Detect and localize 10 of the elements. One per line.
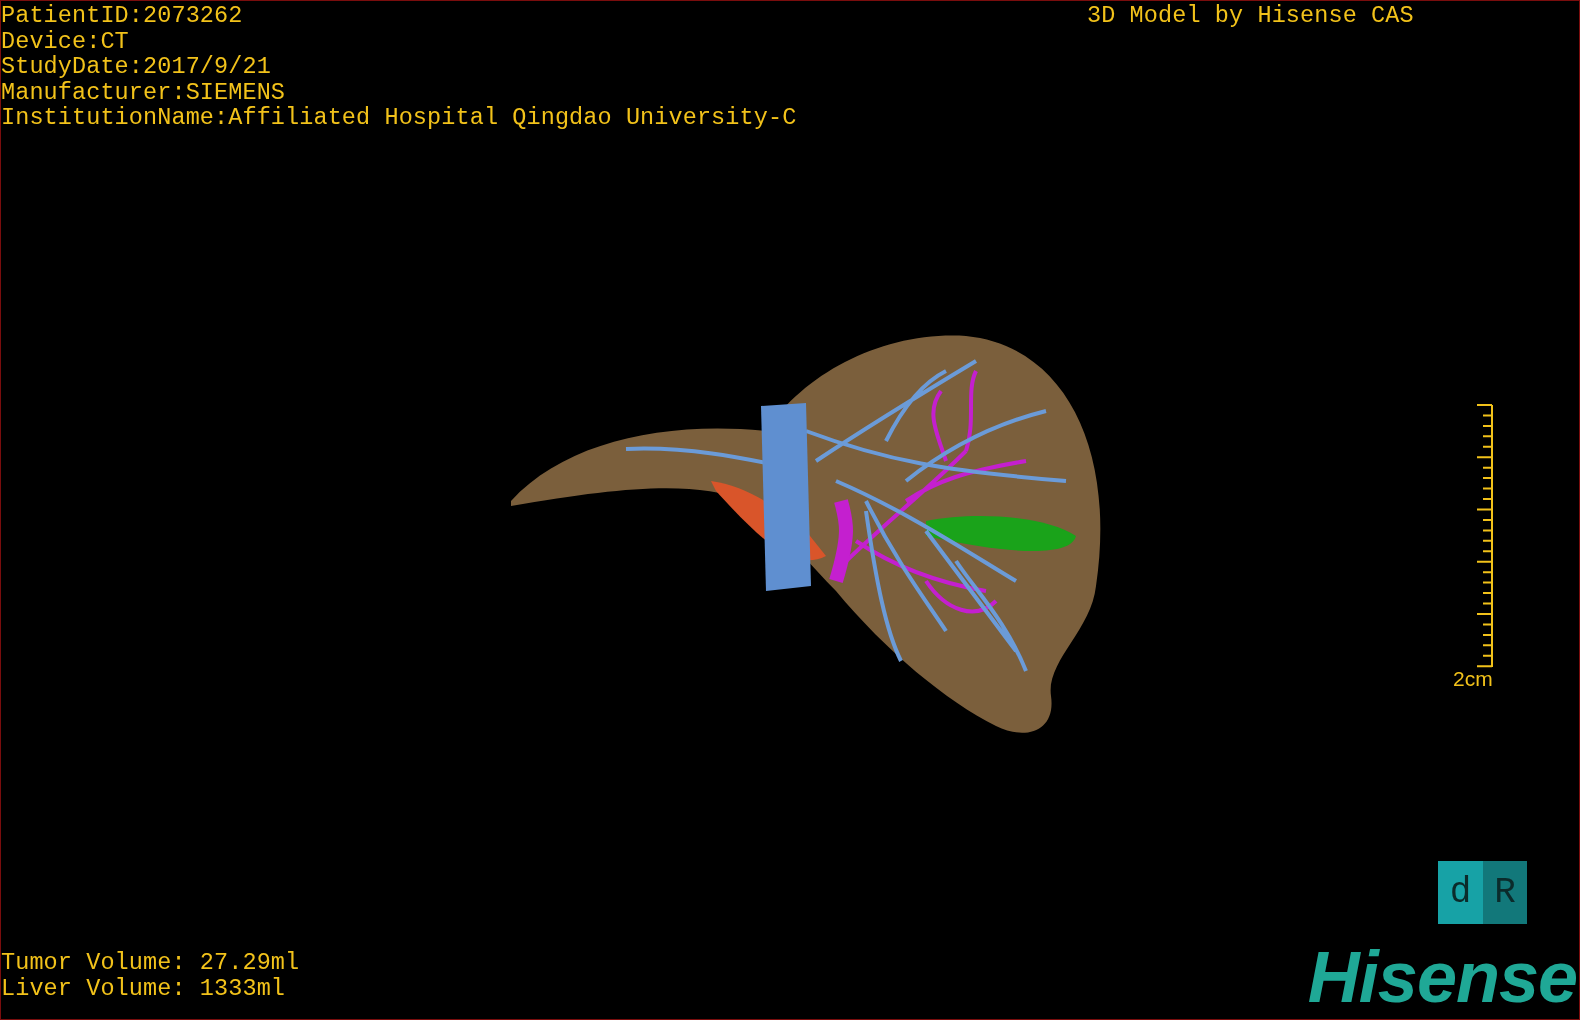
model-credit: 3D Model by Hisense CAS xyxy=(1087,3,1414,29)
brand-logo: Hisense xyxy=(1307,943,1578,1011)
scale-label: 2cm xyxy=(1453,668,1493,690)
patient-info-line: InstitutionName:Affiliated Hospital Qingdao University-C xyxy=(1,105,797,131)
patient-info-line: Manufacturer:SIEMENS xyxy=(1,79,287,105)
patient-info-line: PatientID:2073262 xyxy=(1,3,244,29)
volume-reading: Tumor Volume: 27.29ml xyxy=(1,950,300,976)
patient-info-line: StudyDate:2017/9/21 xyxy=(1,54,272,80)
patient-info-line: Device:CT xyxy=(1,28,130,54)
volume-reading: Liver Volume: 1333ml xyxy=(1,975,287,1001)
